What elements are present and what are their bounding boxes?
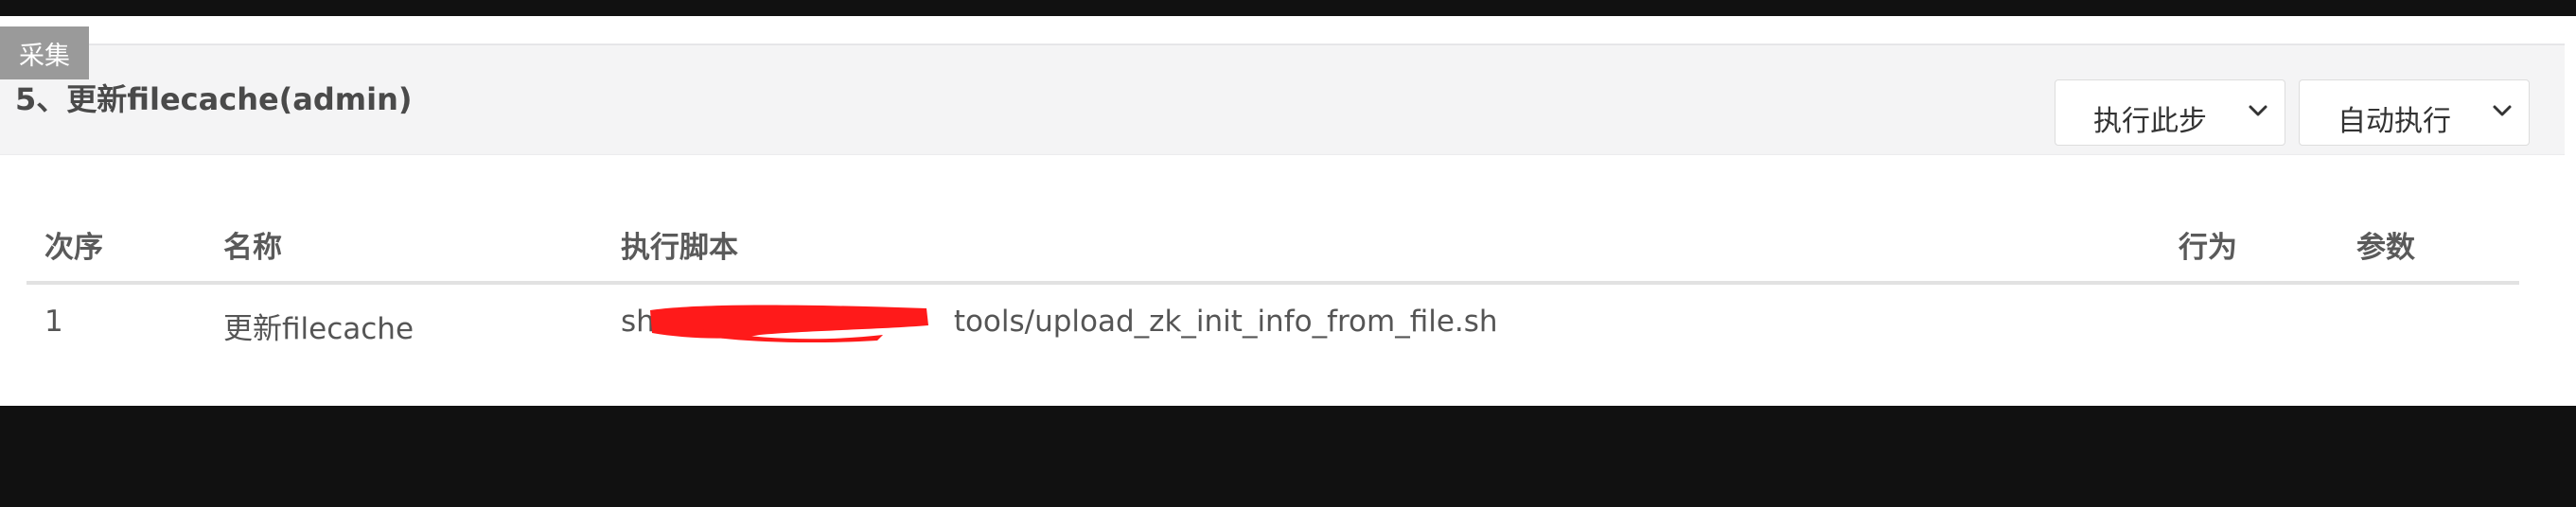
top-frame-strip [0, 0, 2576, 16]
chevron-down-icon [2493, 105, 2512, 116]
bottom-frame [0, 406, 2576, 507]
column-header-order: 次序 [44, 231, 103, 265]
table-header-divider [26, 281, 2519, 285]
row-name: 更新filecache [223, 312, 415, 346]
execute-step-label: 执行此步 [2093, 105, 2207, 138]
redaction-mark [650, 305, 928, 342]
collect-badge-label: 采集 [19, 41, 70, 71]
column-header-action: 行为 [2179, 231, 2237, 265]
column-header-params: 参数 [2356, 231, 2415, 265]
auto-execute-select[interactable]: 自动执行 [2299, 79, 2530, 146]
collect-badge: 采集 [0, 26, 89, 79]
execute-step-select[interactable]: 执行此步 [2055, 79, 2285, 146]
step-title: 5、更新filecache(admin) [15, 81, 413, 117]
auto-execute-label: 自动执行 [2338, 105, 2451, 138]
column-header-script: 执行脚本 [621, 231, 738, 265]
row-order: 1 [44, 305, 63, 339]
row-script-suffix: tools/upload_zk_init_info_from_file.sh [953, 305, 1498, 339]
column-header-name: 名称 [223, 231, 282, 265]
chevron-down-icon [2249, 105, 2267, 116]
